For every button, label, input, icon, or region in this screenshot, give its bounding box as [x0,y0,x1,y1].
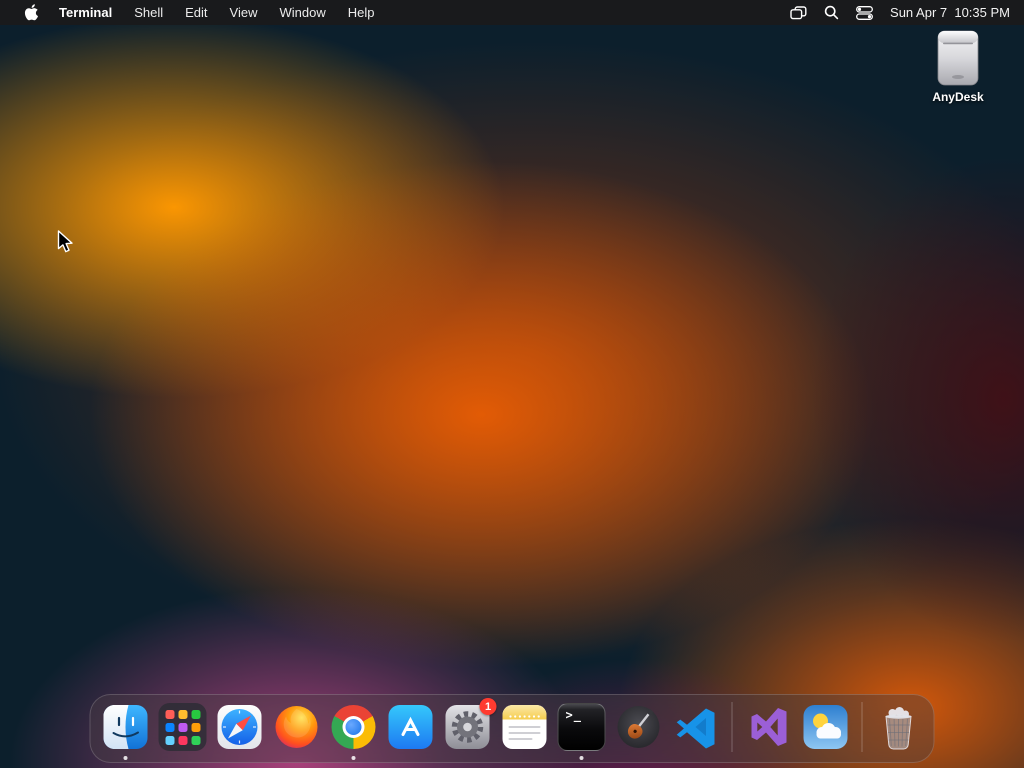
weather-icon [803,705,848,749]
running-indicator [351,756,356,760]
menu-bar: Terminal Shell Edit View Window Help Sun… [0,0,1024,25]
notification-badge: 1 [479,698,497,715]
apple-menu[interactable] [14,4,48,21]
desktop-icon-label: AnyDesk [932,90,984,104]
menu-help[interactable]: Help [337,0,386,25]
menu-edit[interactable]: Edit [174,0,218,25]
apple-icon [24,4,38,21]
vscode-icon [676,708,715,749]
dock-item-vscode[interactable] [672,703,720,751]
dock: 1 >_ [89,694,935,763]
firefox-icon [275,706,318,748]
menu-bar-status-area: Sun Apr 7 10:35 PM [790,5,1010,20]
visual-studio-icon [751,708,787,746]
garageband-icon [617,706,660,748]
dock-item-notes[interactable] [501,703,549,751]
dock-item-firefox[interactable] [273,703,321,751]
spotlight-search-icon[interactable] [824,5,839,20]
external-drive-icon [937,30,979,86]
menu-terminal[interactable]: Terminal [48,0,123,25]
finder-icon [103,705,148,749]
dock-item-visual-studio[interactable] [745,703,793,751]
menu-shell[interactable]: Shell [123,0,174,25]
dock-item-chrome[interactable] [330,703,378,760]
running-indicator [123,756,128,760]
dock-item-weather[interactable] [802,703,850,751]
dock-item-finder[interactable] [102,703,150,760]
launchpad-icon [158,703,207,751]
chrome-icon [331,705,376,749]
dock-item-launchpad[interactable] [158,703,207,751]
terminal-icon: >_ [557,703,606,751]
menu-view[interactable]: View [219,0,269,25]
desktop-wallpaper [0,0,1024,768]
dock-separator [731,702,733,752]
dock-item-safari[interactable] [216,703,264,751]
dock-item-trash[interactable] [875,703,923,751]
app-store-icon [388,705,433,749]
dock-item-app-store[interactable] [387,703,435,751]
trash-icon [885,707,912,750]
notes-icon [502,705,547,749]
dock-item-garageband[interactable] [615,703,663,751]
menu-bar-clock[interactable]: Sun Apr 7 10:35 PM [890,5,1010,20]
running-indicator [579,756,584,760]
menu-window[interactable]: Window [269,0,337,25]
dock-item-terminal[interactable]: >_ [557,703,606,760]
window-stack-icon[interactable] [790,5,807,20]
dock-separator [861,702,863,752]
desktop-icon-anydesk[interactable]: AnyDesk [916,30,1000,104]
control-center-icon[interactable] [856,5,873,20]
dock-item-system-settings[interactable]: 1 [444,698,497,751]
terminal-prompt-glyph: >_ [565,708,582,722]
safari-icon [217,705,262,749]
